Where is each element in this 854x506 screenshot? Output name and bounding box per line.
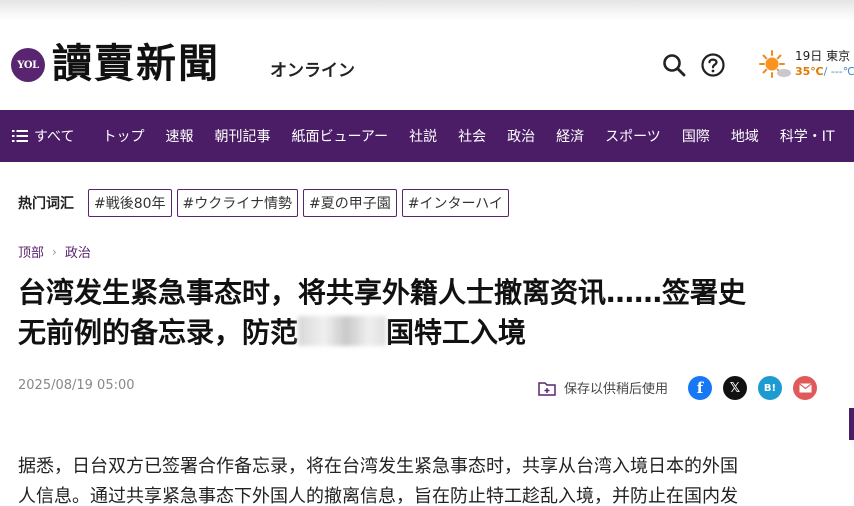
hot-tag[interactable]: #ウクライナ情勢	[176, 189, 298, 217]
weather-low-temp: / ---℃	[823, 65, 854, 78]
weather-high-temp: 35℃	[795, 65, 824, 78]
search-icon[interactable]	[661, 52, 687, 78]
nav-item-paper-viewer[interactable]: 紙面ビューアー	[291, 126, 388, 146]
weather-sun-icon	[759, 50, 791, 78]
weather-date-location: 19日 東京	[795, 49, 851, 63]
nav-item-breaking[interactable]: 速報	[165, 126, 193, 146]
site-logo-title[interactable]: 讀賣新聞	[52, 40, 220, 88]
browser-top-shade	[0, 0, 854, 22]
article-body-line: 人信息。通过共享紧急事态下外国人的撤离信息，旨在防止特工趁乱入境，并防止在国内发	[18, 486, 738, 506]
nav-item-economy[interactable]: 経済	[556, 126, 584, 146]
hot-topics-bar: 热门词汇 #戦後80年 #ウクライナ情勢 #夏の甲子園 #インターハイ	[18, 189, 514, 217]
site-header: YOL 讀賣新聞 オンライン 19日 東京 35℃/ ---℃	[0, 22, 854, 110]
floating-side-tab[interactable]	[849, 408, 854, 440]
nav-item-sports[interactable]: スポーツ	[605, 126, 661, 146]
headline-line-2-start: 无前例的备忘录，防范	[18, 316, 299, 349]
article-headline: 台湾发生紧急事态时，将共享外籍人士撤离资讯……签署史 无前例的备忘录，防范 国特工…	[18, 273, 838, 353]
nav-item-politics[interactable]: 政治	[507, 126, 535, 146]
hot-tag[interactable]: #夏の甲子園	[303, 189, 397, 217]
breadcrumb-home[interactable]: 顶部	[18, 242, 44, 261]
menu-icon	[12, 130, 28, 142]
article-date: 2025/08/19 05:00	[18, 378, 135, 393]
hot-topics-label: 热门词汇	[18, 196, 74, 212]
weather-temperature: 35℃/ ---℃	[795, 65, 854, 78]
nav-item-science-it[interactable]: 科学・IT	[780, 126, 835, 146]
chevron-right-icon: ›	[52, 244, 57, 259]
article-body-line: 据悉，日台双方已签署合作备忘录，将在台湾发生紧急事态时，共享从台湾入境日本的外国	[18, 456, 738, 477]
nav-item-regional[interactable]: 地域	[731, 126, 759, 146]
x-share-icon[interactable]: 𝕏	[723, 376, 747, 400]
save-for-later-label: 保存以供稍后使用	[564, 382, 669, 397]
help-icon[interactable]	[700, 52, 726, 78]
yol-logo[interactable]: YOL	[11, 48, 45, 82]
site-logo-subtitle: オンライン	[270, 61, 355, 81]
nav-item-society[interactable]: 社会	[458, 126, 486, 146]
blurred-redaction	[298, 316, 387, 346]
nav-item-morning-edition[interactable]: 朝刊記事	[214, 126, 270, 146]
hot-tag[interactable]: #インターハイ	[401, 189, 509, 217]
nav-item-top[interactable]: トップ	[102, 126, 144, 146]
article-body: 据悉，日台双方已签署合作备忘录，将在台湾发生紧急事态时，共享从台湾入境日本的外国…	[18, 452, 848, 506]
nav-item-editorial[interactable]: 社説	[409, 126, 437, 146]
headline-line-2-end: 国特工入境	[386, 316, 527, 349]
bookmark-folder-icon	[538, 381, 556, 396]
nav-all-label: すべて	[34, 129, 75, 145]
save-for-later-button[interactable]: 保存以供稍后使用	[538, 378, 668, 397]
breadcrumb: 顶部 › 政治	[18, 242, 91, 262]
breadcrumb-section[interactable]: 政治	[65, 242, 91, 261]
nav-item-international[interactable]: 国際	[682, 126, 710, 146]
hot-tag[interactable]: #戦後80年	[88, 189, 172, 217]
hatena-bookmark-icon[interactable]: B!	[758, 376, 782, 400]
mail-icon	[798, 383, 812, 393]
facebook-share-icon[interactable]: f	[688, 376, 712, 400]
mail-share-button[interactable]	[793, 376, 817, 400]
headline-line-2: 无前例的备忘录，防范 国特工入境	[18, 313, 838, 353]
headline-line-1: 台湾发生紧急事态时，将共享外籍人士撤离资讯……签署史	[18, 276, 747, 309]
main-nav: すべて トップ 速報 朝刊記事 紙面ビューアー 社説 社会 政治 経済 スポーツ…	[0, 110, 854, 162]
nav-all-menu[interactable]: すべて	[0, 110, 74, 162]
